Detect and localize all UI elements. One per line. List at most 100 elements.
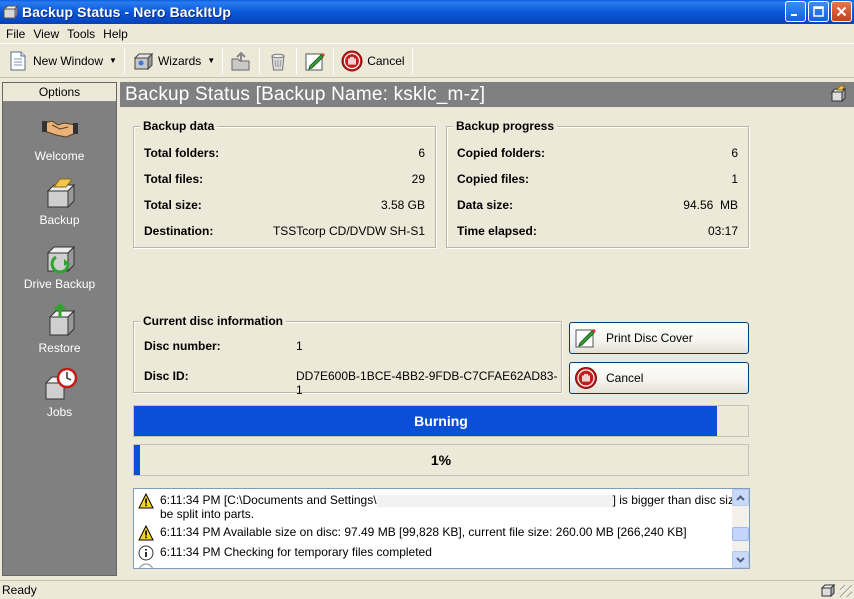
restore-icon: [48, 303, 75, 337]
time-elapsed-label: Time elapsed:: [457, 224, 537, 238]
disc-id-value: DD7E600B-1BCE-4BB2-9FDB-C7CFAE62AD83-1: [296, 369, 558, 397]
export-button[interactable]: [226, 46, 256, 76]
scroll-down-button[interactable]: [732, 551, 749, 568]
sidebar-header: Options: [3, 83, 116, 102]
toolbar-cancel-button[interactable]: Cancel: [337, 46, 408, 76]
log-entry: 6:11:34 PM [C:\Documents and Settings\ ] …: [138, 493, 749, 521]
warning-icon: [138, 493, 154, 509]
stop-hand-icon: [341, 50, 363, 71]
toolbar-separator: [411, 47, 413, 74]
backup-data-title: Backup data: [140, 119, 218, 133]
sidebar-item-welcome[interactable]: Welcome: [3, 111, 116, 163]
backup-box-icon: [820, 583, 836, 598]
log-entry-partial: [138, 563, 160, 568]
info-icon: [138, 545, 154, 561]
recycle-bin-icon: [271, 53, 285, 70]
menu-help[interactable]: Help: [101, 27, 134, 41]
total-size-row: Total size:: [144, 198, 202, 212]
chevron-down-icon: [736, 556, 745, 563]
menu-bar: File View Tools Help: [0, 24, 854, 43]
total-files-row: Total files:: [144, 172, 203, 186]
copied-folders-value: 6: [731, 146, 738, 160]
drive-backup-icon: [46, 245, 75, 274]
sidebar-item-restore[interactable]: Restore: [3, 303, 116, 355]
sidebar-item-label: Backup: [39, 213, 80, 227]
print-disc-cover-label: Print Disc Cover: [606, 331, 693, 345]
options-sidebar: Options Welcome Backup Drive Backup Rest…: [2, 82, 117, 576]
copied-folders-row: Copied folders:: [457, 146, 545, 160]
time-elapsed-value: 03:17: [707, 224, 738, 238]
data-size-label: Data size:: [457, 198, 514, 212]
menu-tools[interactable]: Tools: [65, 27, 101, 41]
overall-percent-label: 1%: [430, 452, 452, 468]
data-size-row: Data size:: [457, 198, 513, 212]
copied-files-label: Copied files:: [457, 172, 530, 186]
maximize-icon: [813, 6, 824, 17]
close-button[interactable]: [831, 1, 852, 22]
total-files-value: 29: [411, 172, 425, 186]
wizard-box-icon: [133, 52, 154, 70]
total-size-value: 3.58 GB: [380, 198, 425, 212]
print-disc-cover-button[interactable]: Print Disc Cover: [569, 322, 749, 354]
log-text: 6:11:34 PM Checking for temporary files …: [160, 545, 432, 559]
chevron-down-icon[interactable]: ▼: [109, 56, 117, 65]
stop-hand-icon: [575, 367, 597, 389]
folder-export-icon: [231, 51, 250, 70]
handshake-icon: [41, 120, 78, 138]
disc-number-label: Disc number:: [144, 339, 221, 353]
backup-data-group: Backup data Total folders: 6 Total files…: [133, 119, 436, 248]
status-bar: Ready: [0, 580, 854, 599]
minimize-button[interactable]: [785, 1, 806, 22]
new-window-button[interactable]: New Window ▼: [3, 46, 121, 76]
status-text: Ready: [2, 583, 37, 597]
toolbar-separator: [333, 47, 335, 74]
log-text: 6:11:34 PM [C:\Documents and Settings\: [160, 493, 377, 507]
chevron-down-icon[interactable]: ▼: [207, 56, 215, 65]
title-bar[interactable]: Backup Status - Nero BackItUp: [0, 0, 854, 24]
new-window-label: New Window: [33, 53, 104, 68]
disc-id-label: Disc ID:: [144, 369, 189, 383]
cancel-label: Cancel: [606, 371, 644, 385]
total-size-label: Total size:: [144, 198, 202, 212]
total-folders-value: 6: [418, 146, 425, 160]
toolbar: New Window ▼ Wizards ▼ Cancel: [0, 43, 854, 78]
minimize-icon: [791, 14, 797, 16]
overall-progress-bar: 1%: [133, 444, 749, 476]
burning-progress-bar: Burning: [133, 405, 749, 437]
destination-row: Destination:: [144, 224, 213, 238]
copied-files-value: 1: [731, 172, 738, 186]
sidebar-item-drive-backup[interactable]: Drive Backup: [3, 239, 116, 291]
log-text-end: ] is bigger than disc size. It will: [612, 493, 749, 507]
info-icon: [139, 563, 153, 568]
jobs-clock-icon: [44, 367, 77, 400]
page-title: Backup Status [Backup Name: ksklc_m-z]: [120, 82, 854, 107]
maximize-button[interactable]: [808, 1, 829, 22]
log-list[interactable]: 6:11:34 PM [C:\Documents and Settings\ ] …: [133, 488, 750, 569]
delete-button[interactable]: [263, 46, 293, 76]
resize-grip[interactable]: [840, 585, 852, 597]
wizards-label: Wizards: [157, 53, 202, 68]
copied-files-row: Copied files:: [457, 172, 529, 186]
pencil-edit-icon: [305, 52, 326, 70]
edit-button[interactable]: [300, 46, 330, 76]
menu-file[interactable]: File: [4, 27, 31, 41]
scroll-up-button[interactable]: [732, 489, 749, 506]
log-text: 6:11:34 PM Available size on disc: 97.49…: [160, 525, 687, 539]
nero-app-icon: [2, 4, 18, 20]
sidebar-item-jobs[interactable]: Jobs: [3, 367, 116, 419]
total-folders-row: Total folders:: [144, 146, 219, 160]
backup-box-icon: [830, 85, 847, 103]
window-title: Backup Status - Nero BackItUp: [22, 4, 232, 20]
disc-number-row: Disc number:: [144, 339, 221, 353]
backup-progress-title: Backup progress: [453, 119, 558, 133]
menu-view[interactable]: View: [31, 27, 65, 41]
wizards-button[interactable]: Wizards ▼: [128, 46, 219, 76]
scroll-thumb[interactable]: [732, 527, 749, 541]
backup-progress-group: Backup progress Copied folders: 6 Copied…: [446, 119, 749, 248]
sidebar-item-label: Jobs: [46, 405, 73, 419]
cancel-button[interactable]: Cancel: [569, 362, 749, 394]
log-scrollbar[interactable]: [732, 489, 749, 568]
sidebar-item-backup[interactable]: Backup: [3, 175, 116, 227]
sidebar-item-label: Welcome: [34, 149, 85, 163]
toolbar-separator: [259, 47, 261, 74]
